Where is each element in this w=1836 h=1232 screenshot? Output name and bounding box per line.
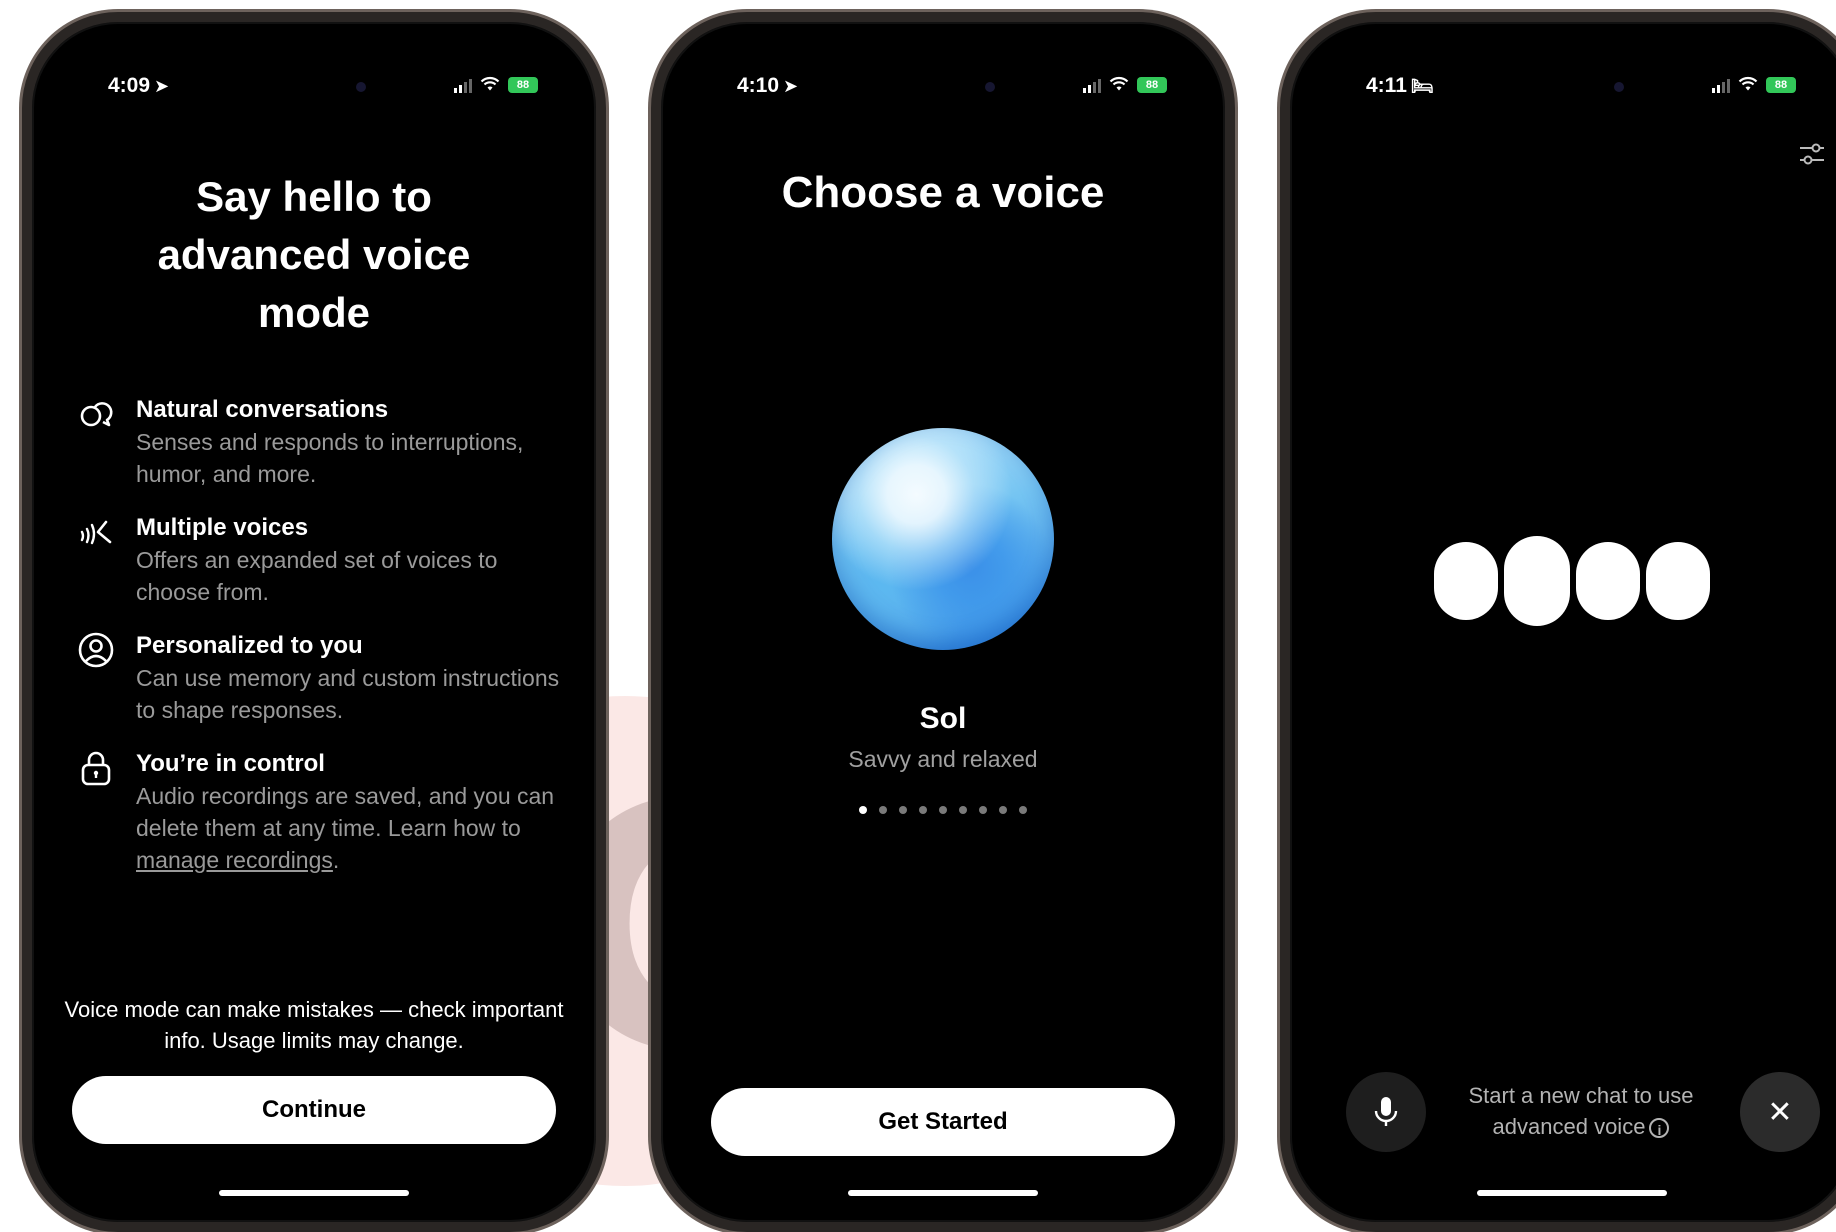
feature-title: Natural conversations — [136, 396, 389, 423]
lock-icon — [76, 748, 116, 788]
sliders-icon[interactable] — [1796, 138, 1828, 170]
voice-orb[interactable] — [832, 428, 1054, 650]
page-dot[interactable] — [1019, 806, 1027, 814]
feature-title: You’re in control — [136, 750, 325, 777]
signal-icon — [1712, 77, 1730, 93]
wifi-icon — [480, 76, 500, 94]
location-icon: ➤ — [783, 76, 799, 96]
feature-title: Personalized to you — [136, 632, 363, 659]
camera-dot — [985, 82, 995, 92]
continue-button[interactable]: Continue — [72, 1076, 556, 1144]
location-icon: ➤ — [154, 76, 170, 96]
home-indicator[interactable] — [1477, 1190, 1667, 1196]
page-dot[interactable] — [999, 806, 1007, 814]
status-bar: 4:09 ➤ 88 — [32, 68, 596, 108]
person-circle-icon — [76, 630, 116, 670]
page-dot[interactable] — [879, 806, 887, 814]
status-time: 4:09 ➤ — [108, 74, 170, 97]
status-bar: 4:10 ➤ 88 — [661, 68, 1225, 108]
feature-description: Can use memory and custom instructions t… — [136, 665, 560, 723]
microphone-icon — [1374, 1097, 1398, 1126]
page-dot[interactable] — [899, 806, 907, 814]
phone-choose-voice: 4:10 ➤ 88 Choose a voice Sol Savvy and re… — [651, 12, 1235, 1232]
signal-icon — [454, 77, 472, 93]
dynamic-island — [239, 70, 389, 106]
voice-name: Sol — [919, 702, 967, 735]
dynamic-island — [1497, 70, 1647, 106]
status-time: 4:11 🛏 — [1366, 74, 1434, 97]
feature-item: Natural conversations Senses and respond… — [76, 394, 566, 490]
page-dot[interactable] — [959, 806, 967, 814]
page-indicator[interactable] — [661, 806, 1225, 814]
status-time: 4:10 ➤ — [737, 74, 799, 97]
feature-item: Personalized to you Can use memory and c… — [76, 630, 566, 726]
battery-icon: 88 — [1137, 77, 1167, 93]
phone-onboarding: 4:09 ➤ 88 Say hello to advanced voice mod… — [22, 12, 606, 1232]
voice-waves-icon — [76, 512, 116, 552]
battery-icon: 88 — [508, 77, 538, 93]
page-dot[interactable] — [919, 806, 927, 814]
phone-voice-session: 4:11 🛏 88 Start a new chat to use advance… — [1280, 12, 1836, 1232]
chat-bubbles-icon — [76, 394, 116, 434]
microphone-button[interactable] — [1346, 1072, 1426, 1152]
feature-description: Senses and responds to interruptions, hu… — [136, 429, 524, 487]
voice-description: Savvy and relaxed — [848, 746, 1038, 772]
activity-blob — [1646, 542, 1710, 620]
voice-controls: Start a new chat to use advanced voice i … — [1346, 1072, 1820, 1154]
info-icon[interactable]: i — [1649, 1118, 1670, 1139]
close-button[interactable]: ✕ — [1740, 1072, 1820, 1152]
home-indicator[interactable] — [848, 1190, 1038, 1196]
feature-description: Offers an expanded set of voices to choo… — [136, 547, 498, 605]
dynamic-island — [868, 70, 1018, 106]
page-title: Choose a voice — [781, 168, 1105, 217]
signal-icon — [1083, 77, 1101, 93]
status-bar: 4:11 🛏 88 — [1290, 68, 1836, 108]
page-dot[interactable] — [979, 806, 987, 814]
voice-activity-indicator — [1290, 536, 1836, 626]
home-indicator[interactable] — [219, 1190, 409, 1196]
feature-title: Multiple voices — [136, 514, 309, 541]
wifi-icon — [1109, 76, 1129, 94]
hint-text: Start a new chat to use advanced voice i — [1468, 1083, 1694, 1139]
wifi-icon — [1738, 76, 1758, 94]
get-started-button[interactable]: Get Started — [711, 1088, 1175, 1156]
activity-blob — [1504, 536, 1570, 626]
activity-blob — [1434, 542, 1498, 620]
close-icon: ✕ — [1767, 1095, 1793, 1129]
feature-item: You’re in control Audio recordings are s… — [76, 748, 566, 876]
page-dot[interactable] — [939, 806, 947, 814]
sleep-focus-icon: 🛏 — [1410, 76, 1434, 96]
disclaimer-text: Voice mode can make mistakes — check imp… — [64, 997, 564, 1053]
activity-blob — [1576, 542, 1640, 620]
feature-list: Natural conversations Senses and respond… — [76, 394, 566, 898]
manage-recordings-link[interactable]: manage recordings — [136, 847, 333, 873]
feature-description: Audio recordings are saved, and you can … — [136, 783, 555, 873]
page-title: Say hello to advanced voice mode — [157, 173, 471, 336]
page-dot[interactable] — [859, 806, 867, 814]
battery-icon: 88 — [1766, 77, 1796, 93]
feature-item: Multiple voices Offers an expanded set o… — [76, 512, 566, 608]
camera-dot — [1614, 82, 1624, 92]
camera-dot — [356, 82, 366, 92]
